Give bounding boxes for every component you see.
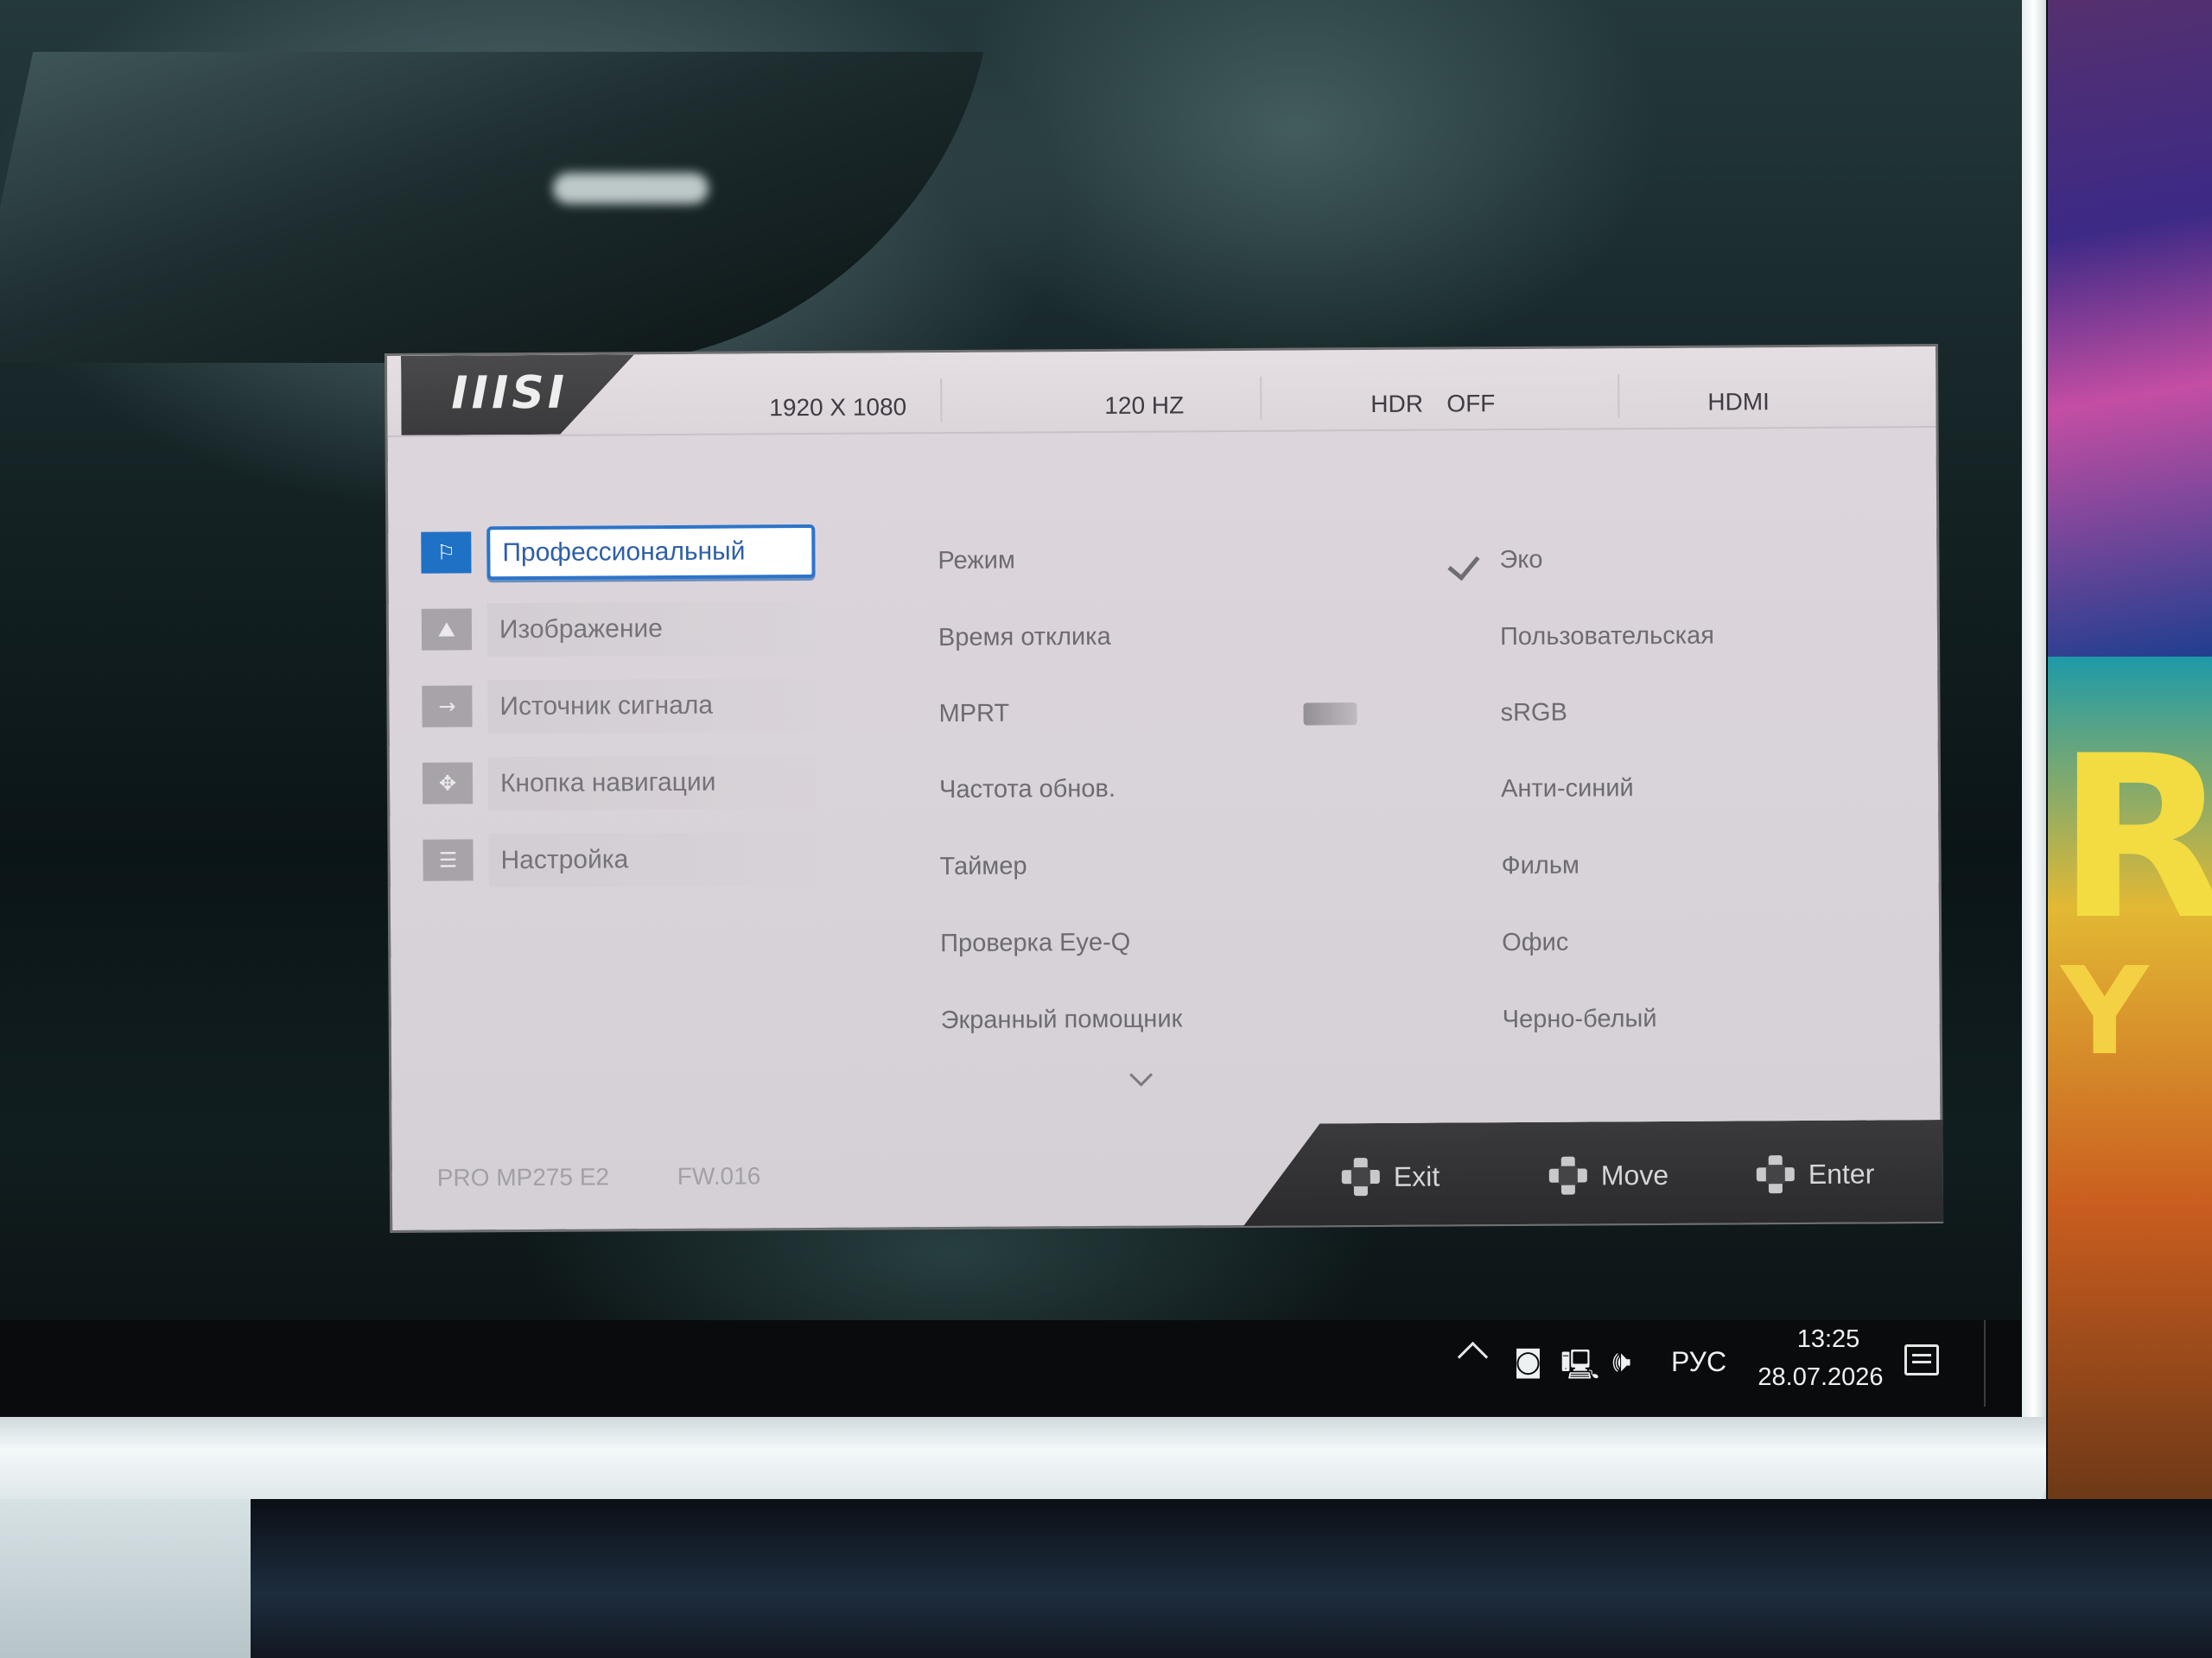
chevron-down-icon[interactable]: [1129, 1063, 1154, 1087]
windows-taskbar: ◙ 🖳 🕪 РУС 13:25 28.07.2026: [0, 1320, 2022, 1417]
joystick-icon: [1549, 1157, 1587, 1195]
show-desktop-divider[interactable]: [1984, 1320, 1986, 1407]
refresh-rate-readout: 120 HZ: [1104, 391, 1185, 419]
nav-item-label: Профессиональный: [486, 524, 816, 581]
exit-label: Exit: [1393, 1160, 1440, 1192]
option-eco[interactable]: Эко: [1499, 546, 1542, 575]
sliders-icon: ☰: [423, 839, 474, 881]
nav-item-image[interactable]: ⛰ Изображение: [421, 600, 819, 666]
desk-area: [0, 1499, 2212, 1658]
control-hint-bar: Exit Move Enter: [1243, 1120, 1943, 1226]
webcam-icon[interactable]: ◙: [1514, 1344, 1542, 1379]
joystick-icon: [1757, 1155, 1795, 1193]
enter-label: Enter: [1808, 1158, 1875, 1190]
status-divider: [1618, 374, 1620, 418]
monitor-stand: [0, 1499, 251, 1658]
nav-item-label: Источник сигнала: [487, 677, 817, 734]
msi-logo-plate: IIISI: [401, 354, 635, 435]
move-hint[interactable]: Move: [1549, 1156, 1669, 1195]
enter-hint[interactable]: Enter: [1757, 1155, 1875, 1194]
option-black-white[interactable]: Черно-белый: [1503, 1005, 1657, 1034]
flag-icon: ⚐: [421, 531, 472, 574]
nav-item-label: Настройка: [488, 831, 817, 888]
clock-date[interactable]: 28.07.2026: [1747, 1363, 1894, 1392]
nav-item-input-source[interactable]: → Источник сигнала: [422, 677, 819, 743]
status-divider: [1260, 376, 1262, 420]
setting-response-time[interactable]: Время отклика: [938, 623, 1111, 652]
osd-status-bar: IIISI 1920 X 1080 120 HZ HDR OFF HDMI: [387, 346, 1936, 437]
setting-screen-assistant[interactable]: Экранный помощник: [941, 1005, 1183, 1035]
nav-item-navigation-key[interactable]: ✥ Кнопка навигации: [422, 754, 820, 820]
input-source-readout: HDMI: [1707, 388, 1770, 416]
image-icon: ⛰: [421, 608, 473, 651]
wallpaper-car-headlight: [553, 173, 709, 204]
exit-hint[interactable]: Exit: [1342, 1158, 1440, 1197]
option-user[interactable]: Пользовательская: [1500, 622, 1714, 652]
firmware-version: FW.016: [677, 1162, 761, 1190]
model-name: PRO MP275 E2: [436, 1163, 610, 1191]
resolution-readout: 1920 X 1080: [769, 393, 907, 422]
status-divider: [940, 378, 943, 422]
network-icon[interactable]: 🖳: [1560, 1344, 1599, 1394]
poster-graphic-letter-small: Y: [2061, 942, 2149, 1083]
nav-item-professional[interactable]: ⚐ Профессиональный: [421, 524, 818, 589]
setting-mprt[interactable]: MPRT: [938, 700, 1009, 728]
navigation-key-icon: ✥: [422, 762, 474, 804]
option-movie[interactable]: Фильм: [1502, 852, 1580, 881]
notification-icon[interactable]: [1904, 1344, 1939, 1375]
option-anti-blue[interactable]: Анти-синий: [1501, 774, 1634, 804]
check-icon: [1447, 547, 1480, 581]
volume-icon[interactable]: 🕪: [1612, 1344, 1630, 1379]
hdr-value: OFF: [1446, 390, 1496, 417]
setting-timer[interactable]: Таймер: [940, 852, 1027, 881]
option-office[interactable]: Офис: [1502, 929, 1568, 957]
setting-mode[interactable]: Режим: [938, 547, 1015, 576]
background-poster-top: [2048, 0, 2212, 657]
setting-eye-q-check[interactable]: Проверка Eye-Q: [940, 929, 1130, 958]
mprt-toggle[interactable]: [1303, 702, 1357, 726]
msi-logo: IIISI: [451, 366, 569, 420]
nav-item-label: Изображение: [486, 600, 817, 657]
hdr-label: HDR: [1370, 390, 1424, 418]
osd-menu: IIISI 1920 X 1080 120 HZ HDR OFF HDMI ⚐ …: [387, 346, 1941, 1230]
nav-item-label: Кнопка навигации: [487, 754, 817, 811]
nav-item-settings[interactable]: ☰ Настройка: [423, 831, 820, 897]
poster-graphic-letter: R: [2056, 708, 2212, 969]
option-srgb[interactable]: sRGB: [1500, 699, 1567, 727]
input-arrow-icon: →: [422, 685, 473, 727]
clock-time[interactable]: 13:25: [1777, 1325, 1880, 1354]
language-indicator[interactable]: РУС: [1671, 1346, 1726, 1378]
joystick-icon: [1342, 1158, 1380, 1196]
monitor-bezel-right: [2022, 0, 2046, 1503]
monitor-bezel-bottom: [0, 1417, 2046, 1499]
move-label: Move: [1600, 1159, 1669, 1191]
chevron-up-icon[interactable]: [1457, 1341, 1489, 1373]
setting-refresh-rate[interactable]: Частота обнов.: [939, 775, 1116, 804]
osd-category-nav: ⚐ Профессиональный ⛰ Изображение → Источ…: [421, 524, 818, 888]
